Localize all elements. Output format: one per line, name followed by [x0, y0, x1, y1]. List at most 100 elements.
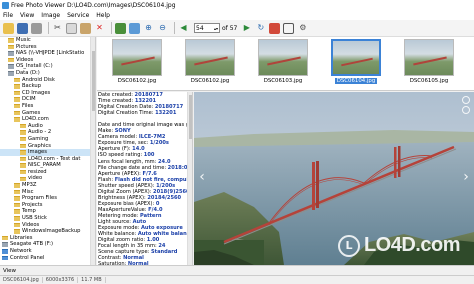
- tree-item[interactable]: Audio: [0, 123, 95, 130]
- tree-item[interactable]: Videos: [0, 57, 95, 64]
- open-folder-icon[interactable]: [3, 22, 14, 34]
- menu-service[interactable]: Service: [67, 12, 89, 19]
- status-bar: DSC06104.jpg 6000x3376 11.7 MB: [0, 275, 474, 284]
- tree-item[interactable]: Temp: [0, 208, 95, 215]
- tree-item[interactable]: Graphics: [0, 143, 95, 150]
- tree-item[interactable]: Program Files: [0, 195, 95, 202]
- paste-icon[interactable]: [80, 22, 91, 34]
- thumbnail-label: DSC06102.jpg: [190, 78, 230, 84]
- tree-item[interactable]: WindowsImageBackup: [0, 228, 95, 235]
- tree-item[interactable]: Projects: [0, 202, 95, 209]
- folder-icon: [20, 143, 26, 149]
- zoom-out-icon[interactable]: ⊖: [157, 23, 168, 34]
- menu-view[interactable]: View: [20, 12, 34, 19]
- tree-item[interactable]: resized: [0, 169, 95, 176]
- tree-item[interactable]: CD Images: [0, 90, 95, 97]
- tree-item[interactable]: Backup: [0, 83, 95, 90]
- scrollbar-thumb[interactable]: [92, 51, 95, 111]
- tree-item[interactable]: OS_Install (C:): [0, 63, 95, 70]
- tree-item[interactable]: Control Panel: [0, 255, 95, 262]
- tree-scrollbar[interactable]: [90, 37, 95, 265]
- tree-item[interactable]: Files: [0, 103, 95, 110]
- tree-item[interactable]: Games: [0, 110, 95, 117]
- rotate-icon[interactable]: ↻: [255, 23, 266, 34]
- tree-item[interactable]: Android Disk: [0, 77, 95, 84]
- view-tab[interactable]: View: [3, 268, 16, 274]
- tree-item[interactable]: video: [0, 175, 95, 182]
- copy-icon[interactable]: [66, 22, 77, 34]
- delete-icon[interactable]: ✕: [94, 23, 105, 34]
- fullscreen-icon[interactable]: [283, 22, 295, 34]
- folder-icon: [14, 189, 20, 195]
- tree-item[interactable]: LO4D.com - Test dat: [0, 156, 95, 163]
- zoom-in-icon[interactable]: ⊕: [143, 23, 154, 34]
- settings-icon[interactable]: ⚙: [297, 23, 308, 34]
- tree-item[interactable]: Audio - 2: [0, 129, 95, 136]
- thumbnail-item[interactable]: DSC06105.jpg: [393, 37, 465, 90]
- exif-value: 132201: [155, 110, 177, 117]
- tree-item-label: Backup: [22, 83, 42, 90]
- thumbnail-item[interactable]: DSC06103.jpg: [247, 37, 319, 90]
- thumbnail-item[interactable]: DSC06102.jpg: [101, 37, 173, 90]
- tree-item-label: OS_Install (C:): [16, 63, 53, 70]
- tree-item[interactable]: MP3Z: [0, 182, 95, 189]
- tree-item[interactable]: LO4D.com: [0, 116, 95, 123]
- image-viewer[interactable]: ‹ › L LO4D.com: [194, 92, 474, 265]
- zoom-icon[interactable]: [462, 96, 470, 104]
- scrollbar-thumb[interactable]: [189, 95, 192, 139]
- tree-item[interactable]: NISC_PARAM: [0, 162, 95, 169]
- next-image-button[interactable]: ›: [460, 168, 472, 186]
- tree-item[interactable]: Data (D:): [0, 70, 95, 77]
- folder-icon: [14, 97, 20, 102]
- tree-item[interactable]: NAS (\\-VHJPDE [LinkStatio: [0, 50, 95, 57]
- menu-image[interactable]: Image: [41, 12, 60, 19]
- tree-item[interactable]: Music: [0, 37, 95, 44]
- tree-item[interactable]: Network: [0, 248, 95, 255]
- tree-item[interactable]: USB Stick: [0, 215, 95, 222]
- tree-item[interactable]: DCIM: [0, 96, 95, 103]
- tree-item[interactable]: Videos: [0, 222, 95, 229]
- exif-scrollbar[interactable]: [187, 92, 192, 265]
- menu-help[interactable]: Help: [96, 12, 110, 19]
- folder-icon: [20, 136, 26, 142]
- tree-item-label: Music: [16, 37, 31, 43]
- prev-image-button[interactable]: ‹: [196, 168, 208, 186]
- thumbnails-icon[interactable]: [115, 22, 126, 34]
- tree-item-label: Graphics: [28, 142, 51, 149]
- folder-icon: [20, 169, 26, 175]
- tree-item-label: Games: [22, 109, 41, 116]
- tree-item[interactable]: Misc: [0, 189, 95, 196]
- fit-icon[interactable]: [129, 22, 140, 34]
- save-icon[interactable]: [17, 22, 28, 34]
- spinner-icon[interactable]: ▴▾: [214, 26, 218, 31]
- thumbnail-strip[interactable]: DSC06102.jpg DSC06102.jpg DSC06103.jpg DSC0…: [97, 37, 474, 91]
- page-number-input[interactable]: 54 ▴▾: [194, 23, 220, 33]
- status-filename: DSC06104.jpg: [0, 277, 43, 283]
- tree-item-label: Images: [28, 149, 47, 156]
- thumbnail-item[interactable]: DSC06102.jpg: [174, 37, 246, 90]
- folder-icon: [14, 229, 20, 234]
- folder-icon: [14, 90, 20, 96]
- rotate-icon[interactable]: [462, 106, 470, 114]
- thumbnail-label: DSC06104.jpg: [334, 78, 378, 84]
- exif-info-panel[interactable]: Date created: 20180717 Time created: 1322…: [97, 92, 193, 265]
- print-icon[interactable]: [31, 22, 42, 34]
- thumbnail-item[interactable]: DSC06104.jpg: [320, 37, 392, 90]
- tree-item[interactable]: Libraries: [0, 235, 95, 242]
- cut-icon[interactable]: ✂: [52, 23, 63, 34]
- folder-tree[interactable]: Music Pictures NAS (\\-VHJPDE [LinkStatio V…: [0, 37, 96, 265]
- menu-file[interactable]: File: [3, 12, 13, 19]
- page-total: of 57: [222, 24, 238, 32]
- thumbnail-label: DSC06103.jpg: [263, 78, 303, 84]
- tree-item[interactable]: Seagate 4TB (F:): [0, 241, 95, 248]
- tree-item-label: Gaming: [28, 135, 49, 142]
- folder-icon: [14, 216, 20, 221]
- tree-item[interactable]: Gaming: [0, 136, 95, 143]
- tree-item[interactable]: Images: [0, 149, 95, 156]
- prev-icon[interactable]: ◀: [178, 23, 189, 34]
- actual-size-icon[interactable]: [269, 22, 281, 34]
- folder-icon: [8, 44, 14, 50]
- next-icon[interactable]: ▶: [241, 23, 252, 34]
- tree-item-label: video: [28, 175, 43, 182]
- tree-item[interactable]: Pictures: [0, 44, 95, 51]
